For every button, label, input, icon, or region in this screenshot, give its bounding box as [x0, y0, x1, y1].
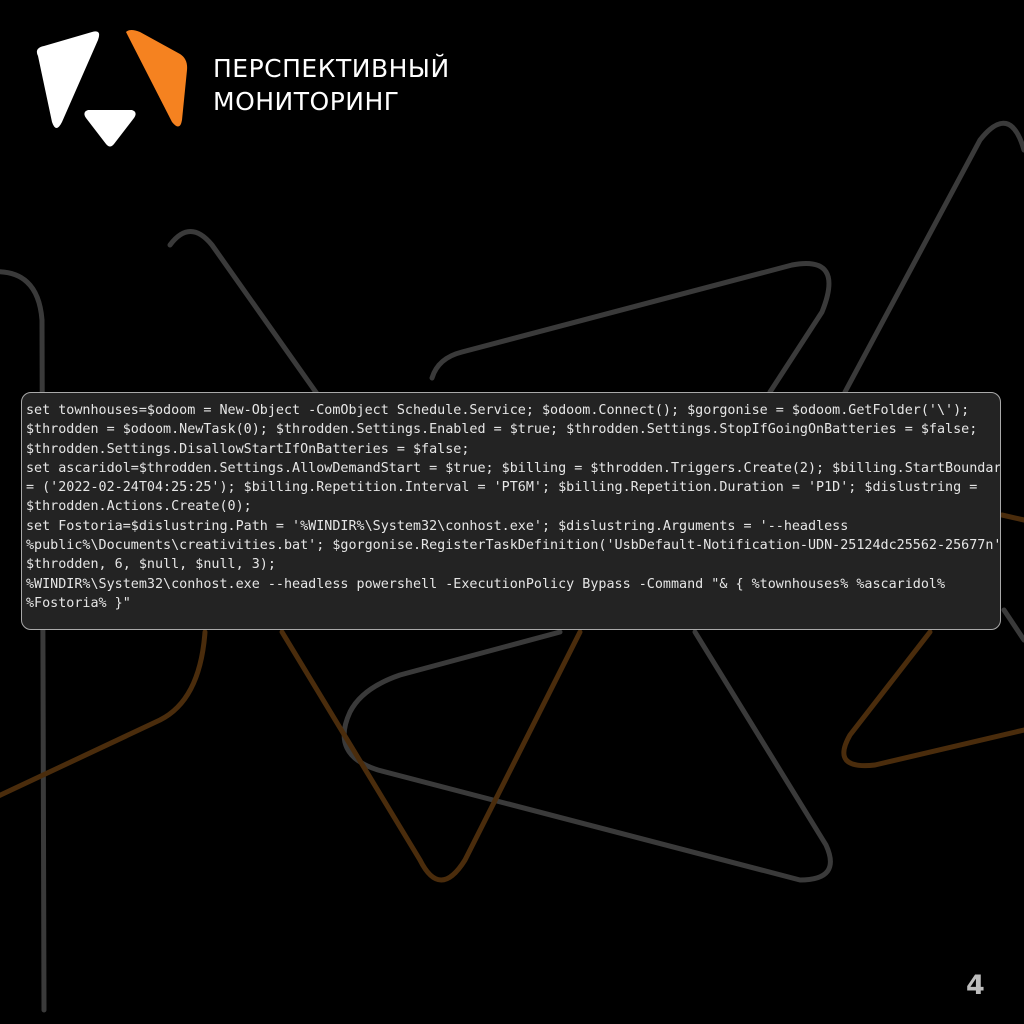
code-line: set Fostoria=$dislustring.Path = '%WINDI…	[26, 518, 849, 534]
code-line: set townhouses=$odoom = New-Object -ComO…	[26, 403, 970, 418]
bg-outline-left-tall	[0, 269, 47, 1013]
code-line: = ('2022-02-24T04:25:25'); $billing.Repe…	[26, 480, 978, 496]
company-logo	[36, 30, 188, 147]
code-line: $throdden.Settings.DisallowStartIfOnBatt…	[26, 441, 470, 457]
bg-outline-bottom-triangle	[341, 629, 833, 883]
slide: ПЕРСПЕКТИВНЫЙ МОНИТОРИНГ set townhouses=…	[0, 0, 1024, 1024]
code-line: %public%\Documents\creativities.bat'; $g…	[26, 538, 1001, 554]
brand-name: ПЕРСПЕКТИВНЫЙ МОНИТОРИНГ	[213, 52, 450, 118]
brand-name-line-1: ПЕРСПЕКТИВНЫЙ	[213, 54, 450, 83]
bg-outline-right-big	[842, 120, 1024, 395]
logo-orange-shape	[126, 30, 188, 127]
bg-outline-center-left	[167, 229, 323, 401]
code-line: $throdden = $odoom.NewTask(0); $throdden…	[26, 422, 978, 438]
code-snippet: set townhouses=$odoom = New-Object -ComO…	[26, 401, 1001, 613]
bg-outline-right-lower	[1001, 607, 1024, 643]
bg-outline-orange-edge	[999, 512, 1024, 523]
code-line: %Fostoria% }"	[26, 595, 131, 611]
code-line: $throdden, 6, $null, $null, 3);	[26, 557, 276, 573]
bg-outline-orange-left	[0, 629, 208, 799]
page-number: 4	[966, 970, 985, 1001]
bg-outline-orange-right	[841, 629, 1024, 769]
code-line: %WINDIR%\System32\conhost.exe --headless…	[26, 576, 946, 592]
logo-white-triangle	[84, 110, 136, 147]
brand-name-line-2: МОНИТОРИНГ	[213, 87, 400, 116]
code-line: set ascaridol=$throdden.Settings.AllowDe…	[26, 460, 1001, 476]
code-snippet-panel: set townhouses=$odoom = New-Object -ComO…	[21, 392, 1001, 630]
code-line: $throdden.Actions.Create(0);	[26, 499, 252, 515]
bg-outline-top-bar	[429, 261, 832, 395]
